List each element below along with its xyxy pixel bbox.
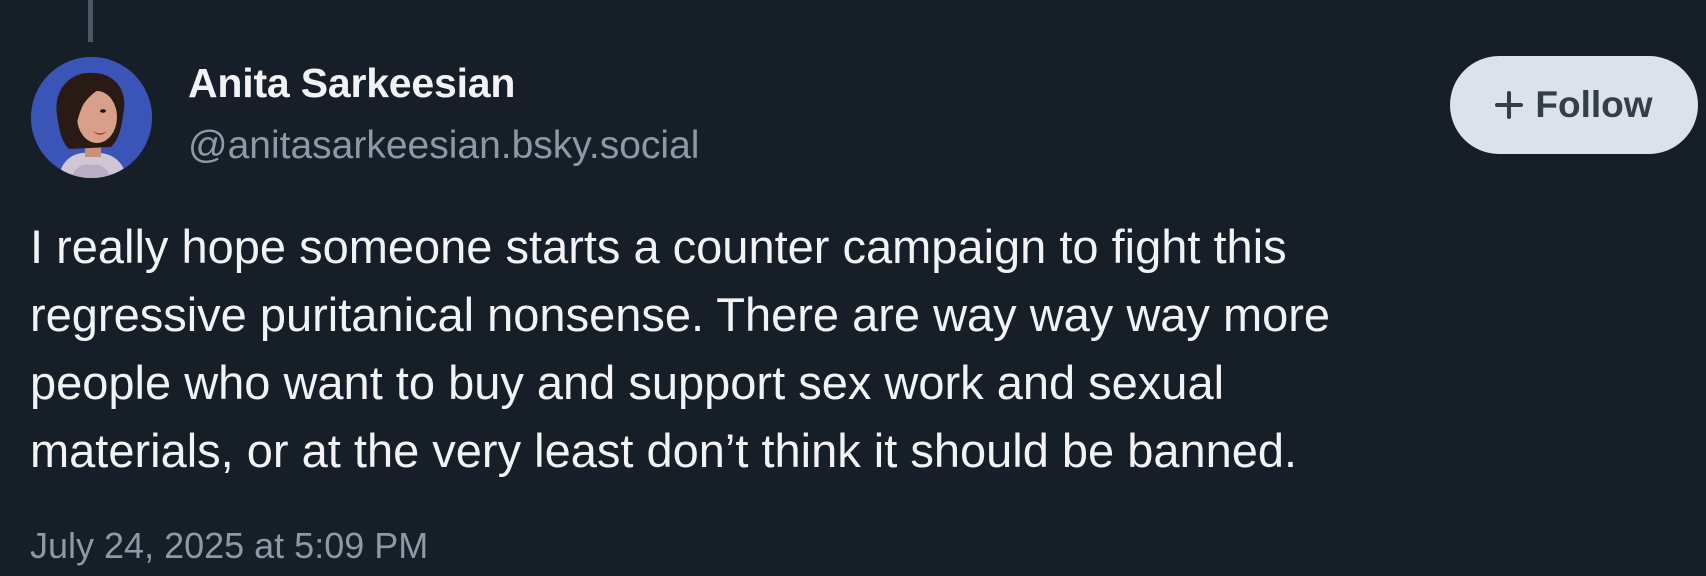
plus-icon — [1495, 91, 1524, 119]
avatar-image — [31, 57, 152, 178]
post-text-line: regressive puritanical nonsense. There a… — [30, 288, 1331, 341]
avatar[interactable] — [31, 57, 152, 178]
thread-connector-line — [88, 0, 93, 42]
post-timestamp[interactable]: July 24, 2025 at 5:09 PM — [30, 525, 428, 567]
follow-button[interactable]: Follow — [1450, 56, 1698, 154]
author-handle[interactable]: @anitasarkeesian.bsky.social — [188, 124, 699, 168]
follow-button-label: Follow — [1535, 84, 1653, 125]
post-text-line: people who want to buy and support sex w… — [30, 356, 1225, 409]
author-display-name[interactable]: Anita Sarkeesian — [188, 60, 515, 107]
post-text-line: materials, or at the very least don’t th… — [30, 424, 1298, 477]
post-text-line: I really hope someone starts a counter c… — [30, 220, 1287, 273]
post-text: I really hope someone starts a counter c… — [30, 213, 1670, 485]
